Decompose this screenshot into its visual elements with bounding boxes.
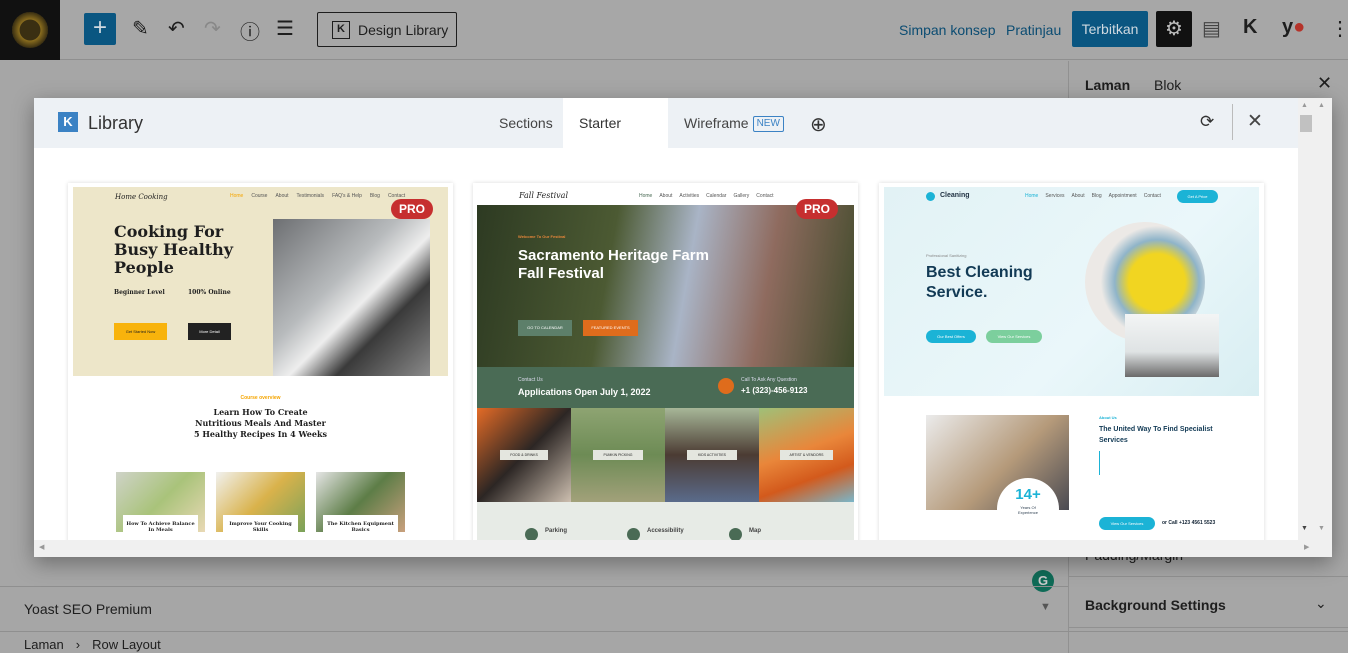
tab-page[interactable]: Laman	[1085, 77, 1130, 93]
chevron-down-icon[interactable]: ⌄	[1315, 595, 1327, 612]
thumb-nav: Home Course About Testimonials FAQ's & Help B…	[230, 193, 406, 199]
background-settings-panel[interactable]: Background Settings	[1085, 597, 1226, 613]
kadence-logo-icon: K	[58, 112, 78, 132]
horizontal-scrollbar[interactable]: ◀ ▶	[34, 540, 1332, 557]
design-library-modal: K Library Sections Starter Packs Wirefra…	[34, 98, 1332, 557]
preview-button[interactable]: Pratinjau	[1006, 22, 1061, 38]
add-block-button[interactable]: +	[84, 13, 116, 45]
starter-pack-card-home-cooking[interactable]: Home Cooking Home Course About Testimonials…	[68, 183, 453, 540]
close-modal-icon[interactable]: ✕	[1247, 110, 1263, 133]
yoast-metabox-toggle[interactable]: Yoast SEO Premium	[24, 601, 152, 617]
edit-pen-icon[interactable]: ✎	[132, 16, 149, 41]
list-view-icon[interactable]: ☰	[276, 16, 294, 41]
more-options-icon[interactable]: ⋮	[1330, 16, 1348, 41]
yoast-icon[interactable]: y●	[1282, 16, 1305, 39]
starter-packs-grid: Home Cooking Home Course About Testimonials…	[34, 148, 1298, 540]
tab-wireframe[interactable]: Wireframe NEW	[668, 98, 800, 148]
site-logo[interactable]	[0, 0, 60, 60]
breadcrumb: Laman › Row Layout	[24, 637, 161, 652]
tab-sections[interactable]: Sections	[483, 98, 569, 148]
breadcrumb-page[interactable]: Laman	[24, 637, 64, 652]
kadence-toolbar-icon[interactable]: K	[1243, 16, 1257, 39]
editor-toolbar: + ✎ ↶ ↷ ⓘ ☰ K Design Library Simpan konse…	[0, 0, 1348, 60]
breadcrumb-row-layout[interactable]: Row Layout	[92, 637, 161, 652]
modal-title: Library	[88, 113, 144, 133]
chef-image	[273, 219, 430, 376]
kadence-icon: K	[332, 20, 350, 39]
tab-block[interactable]: Blok	[1154, 77, 1181, 93]
bathroom-image	[1125, 314, 1219, 377]
settings-gear-icon[interactable]: ⚙	[1156, 11, 1192, 47]
scrollbar-thumb[interactable]	[1300, 115, 1312, 132]
festival-hero-image	[477, 205, 854, 367]
pro-badge: PRO	[390, 199, 433, 219]
publish-button[interactable]: Terbitkan	[1072, 11, 1148, 47]
redo-icon[interactable]: ↷	[204, 16, 221, 41]
close-sidebar-icon[interactable]: ✕	[1317, 73, 1332, 94]
design-library-button[interactable]: K Design Library	[317, 12, 457, 47]
new-badge: NEW	[752, 116, 784, 133]
grammarly-icon[interactable]: G	[1032, 570, 1054, 592]
starter-pack-card-cleaning[interactable]: Cleaning Home Services About Blog Appointmen…	[879, 183, 1264, 540]
vertical-scrollbar[interactable]: ▲ ▲ ▼ ▼	[1298, 98, 1332, 540]
caret-down-icon[interactable]: ▼	[1040, 601, 1051, 613]
add-circle-icon[interactable]: ⊕	[810, 112, 827, 137]
chevron-right-icon: ›	[75, 637, 81, 652]
info-icon[interactable]: ⓘ	[240, 16, 260, 45]
refresh-icon[interactable]: ⟳	[1200, 112, 1214, 132]
starter-pack-card-fall-festival[interactable]: Fall Festival Home About Activities Calenda…	[473, 183, 858, 540]
modal-header: K Library Sections Starter Packs Wirefra…	[34, 98, 1298, 181]
editor-notes-icon[interactable]: ▤	[1202, 16, 1221, 41]
save-draft-button[interactable]: Simpan konsep	[899, 22, 996, 38]
undo-icon[interactable]: ↶	[168, 16, 185, 41]
pro-badge: PRO	[795, 199, 838, 219]
tab-starter-packs[interactable]: Starter Packs	[563, 98, 668, 181]
